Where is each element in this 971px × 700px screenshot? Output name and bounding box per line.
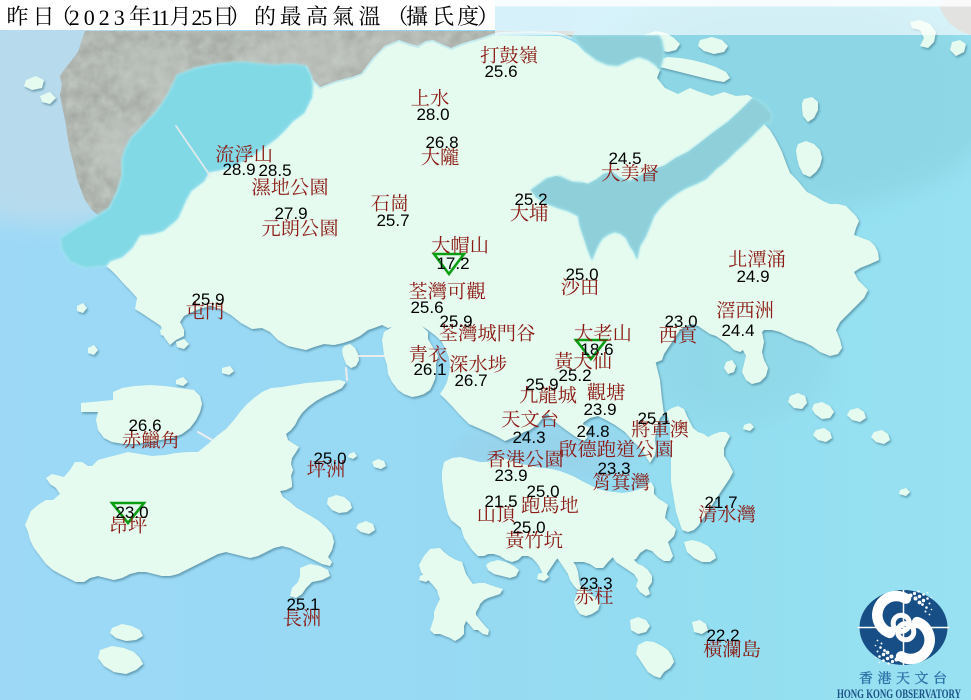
svg-text:23.0: 23.0 xyxy=(664,312,697,331)
svg-text:25.6: 25.6 xyxy=(484,62,517,81)
svg-text:22.2: 22.2 xyxy=(706,626,739,645)
svg-text:24.4: 24.4 xyxy=(721,321,754,340)
svg-text:25.2: 25.2 xyxy=(558,366,591,385)
svg-text:24.3: 24.3 xyxy=(512,428,545,447)
svg-text:25.0: 25.0 xyxy=(512,518,545,537)
svg-text:23.3: 23.3 xyxy=(597,459,630,478)
svg-text:26.7: 26.7 xyxy=(454,371,487,390)
svg-text:25.9: 25.9 xyxy=(525,375,558,394)
svg-text:21.5: 21.5 xyxy=(484,492,517,511)
svg-text:25.9: 25.9 xyxy=(191,290,224,309)
svg-text:5: 5 xyxy=(201,5,212,30)
svg-text:1: 1 xyxy=(159,5,170,30)
svg-text:2: 2 xyxy=(69,5,80,30)
svg-text:28.5: 28.5 xyxy=(258,161,291,180)
svg-text:23.0: 23.0 xyxy=(115,503,148,522)
svg-text:25.2: 25.2 xyxy=(514,190,547,209)
svg-text:24.5: 24.5 xyxy=(608,149,641,168)
svg-text:26.6: 26.6 xyxy=(128,416,161,435)
svg-text:0: 0 xyxy=(84,5,95,30)
svg-text:25.1: 25.1 xyxy=(286,595,319,614)
svg-text:25.0: 25.0 xyxy=(565,265,598,284)
svg-text:23.9: 23.9 xyxy=(583,400,616,419)
svg-text:24.9: 24.9 xyxy=(736,267,769,286)
svg-text:23.9: 23.9 xyxy=(494,466,527,485)
svg-text:HONG KONG OBSERVATORY: HONG KONG OBSERVATORY xyxy=(837,687,961,700)
svg-text:27.9: 27.9 xyxy=(274,204,307,223)
svg-text:28.0: 28.0 xyxy=(416,105,449,124)
svg-text:25.1: 25.1 xyxy=(637,409,670,428)
svg-text:26.1: 26.1 xyxy=(413,360,446,379)
svg-text:25.0: 25.0 xyxy=(526,482,559,501)
svg-text:25.9: 25.9 xyxy=(439,312,472,331)
svg-text:3: 3 xyxy=(114,5,125,30)
svg-text:25.7: 25.7 xyxy=(376,211,409,230)
svg-text:24.8: 24.8 xyxy=(576,422,609,441)
svg-text:2: 2 xyxy=(99,5,110,30)
svg-text:28.9: 28.9 xyxy=(222,160,255,179)
svg-text:17.2: 17.2 xyxy=(436,254,469,273)
svg-text:26.8: 26.8 xyxy=(425,133,458,152)
svg-text:25.0: 25.0 xyxy=(313,449,346,468)
svg-text:23.3: 23.3 xyxy=(579,574,612,593)
svg-text:21.7: 21.7 xyxy=(704,493,737,512)
